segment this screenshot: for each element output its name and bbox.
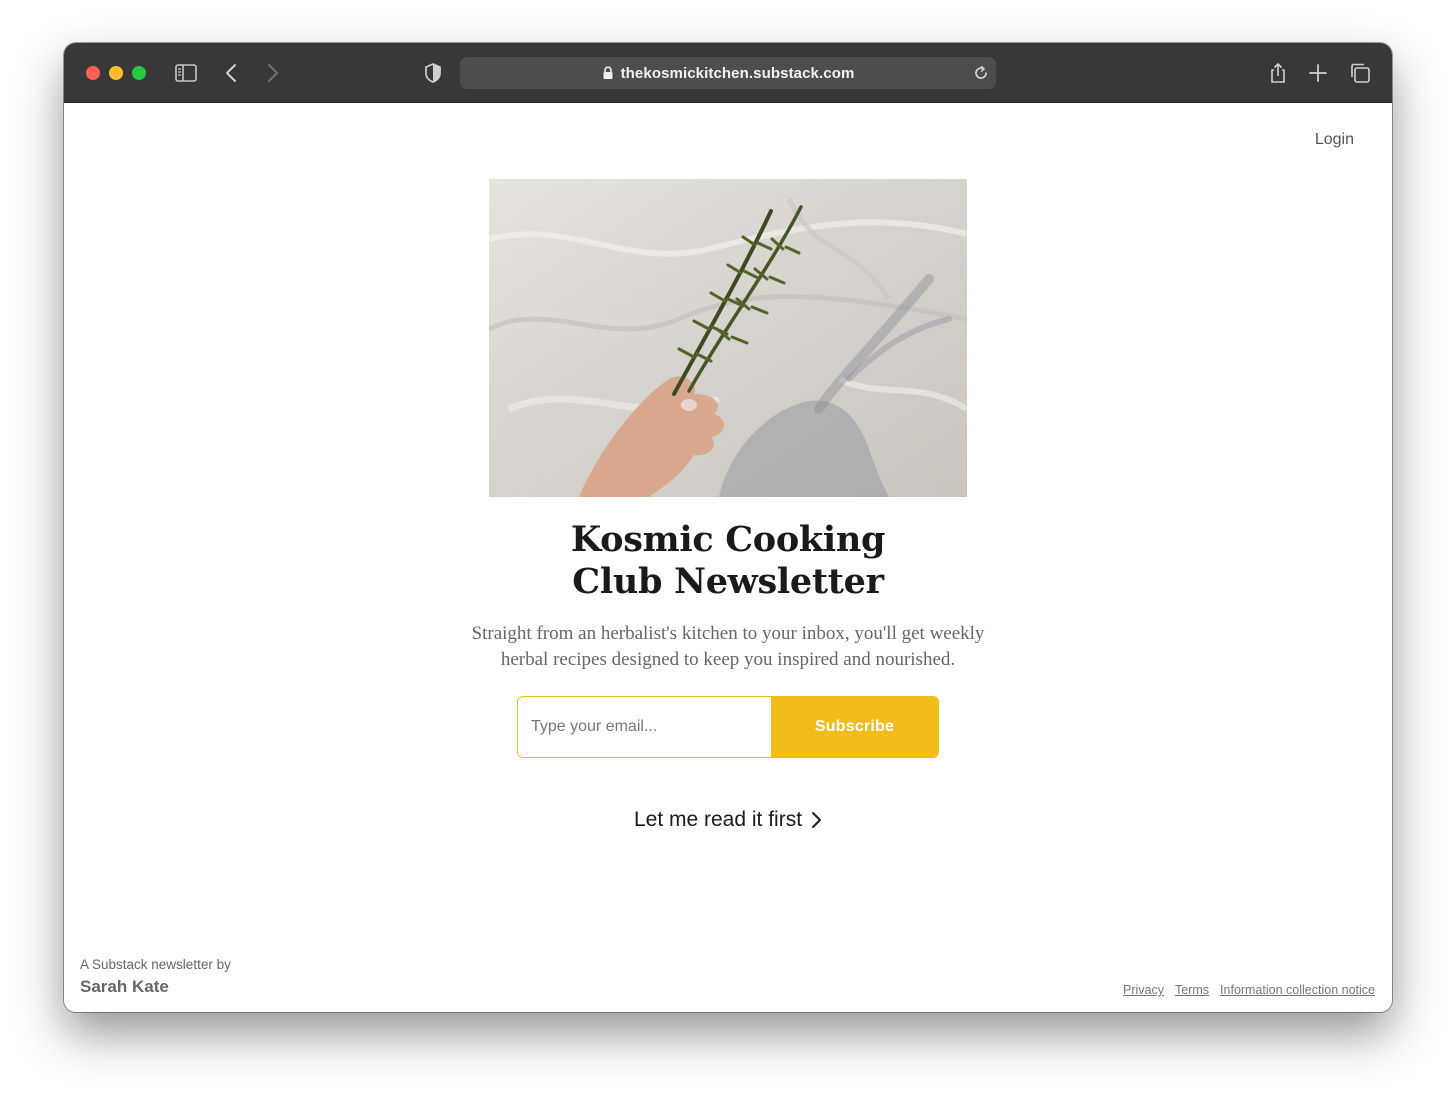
sidebar-icon[interactable]	[174, 61, 198, 85]
footer-links: Privacy Terms Information collection not…	[1123, 983, 1375, 997]
address-url: thekosmickitchen.substack.com	[620, 64, 855, 82]
back-icon[interactable]	[220, 61, 244, 85]
rosemary-photo-icon	[489, 179, 967, 497]
lock-icon	[603, 66, 613, 79]
newsletter-title-line1: Kosmic Cooking	[570, 519, 886, 560]
browser-toolbar: thekosmickitchen.substack.com	[64, 43, 1392, 103]
shield-icon[interactable]	[421, 61, 445, 85]
read-first-label: Let me read it first	[633, 808, 803, 831]
description-line2: herbal recipes designed to keep you insp…	[500, 649, 956, 670]
close-window-button[interactable]	[86, 66, 100, 80]
minimize-window-button[interactable]	[109, 66, 123, 80]
email-input[interactable]	[518, 697, 771, 757]
byline-prefix: A Substack newsletter by	[80, 957, 231, 972]
reload-icon[interactable]	[973, 65, 989, 81]
tabs-overview-icon[interactable]	[1348, 61, 1372, 85]
terms-link[interactable]: Terms	[1175, 983, 1209, 997]
privacy-link[interactable]: Privacy	[1123, 983, 1164, 997]
address-bar[interactable]: thekosmickitchen.substack.com	[460, 57, 996, 89]
subscribe-button[interactable]: Subscribe	[771, 697, 938, 757]
description-line1: Straight from an herbalist's kitchen to …	[471, 623, 985, 644]
zoom-window-button[interactable]	[132, 66, 146, 80]
forward-icon[interactable]	[260, 61, 284, 85]
hero-image	[489, 179, 967, 497]
newsletter-description: Straight from an herbalist's kitchen to …	[64, 621, 1392, 673]
share-icon[interactable]	[1266, 61, 1290, 85]
newsletter-title: Kosmic Cooking Club Newsletter	[64, 519, 1392, 603]
browser-window: thekosmickitchen.substack.com Login Kosm…	[64, 43, 1392, 1012]
read-first-link[interactable]: Let me read it first	[64, 808, 1392, 832]
information-collection-notice-link[interactable]: Information collection notice	[1220, 983, 1375, 997]
subscribe-form: Subscribe	[517, 696, 939, 758]
chevron-right-icon	[812, 812, 822, 828]
login-link[interactable]: Login	[1315, 131, 1354, 149]
author-name[interactable]: Sarah Kate	[80, 977, 169, 997]
new-tab-icon[interactable]	[1306, 61, 1330, 85]
page-content: Login Kosmic Cooking Club Newsletter Str…	[64, 104, 1392, 1012]
newsletter-title-line2: Club Newsletter	[572, 561, 884, 602]
